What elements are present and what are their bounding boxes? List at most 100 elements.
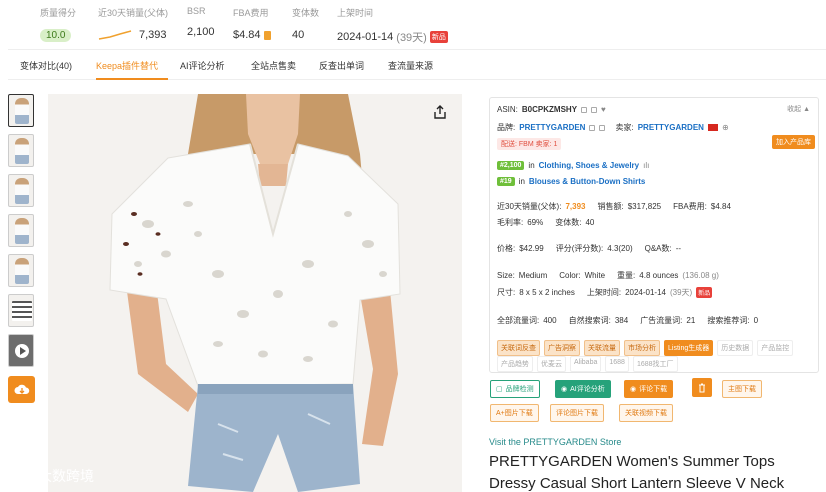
collapse-toggle[interactable]: 收起 ▲ [787,104,810,114]
chip-listing-generator[interactable]: Listing生成器 [664,340,714,356]
fba-detail-icon[interactable] [263,30,271,40]
variants-label: 变体数 [292,8,320,18]
all-traffic-label: 全部流量词: [497,316,540,325]
store-link[interactable]: Visit the PRETTYGARDEN Store [489,437,621,447]
weight-value: 4.8 ounces [639,271,679,280]
variants-label: 变体数: [555,218,582,227]
main-image-download-button[interactable]: 主图下载 [722,380,762,398]
ai-review-analysis-button[interactable]: ◉ AI评论分析 [555,380,611,398]
ai-review-label: AI评论分析 [570,386,605,393]
chip-related-traffic[interactable]: 关联流量 [584,340,620,356]
watermark: 大数跨境 [10,466,94,486]
thumbnail[interactable] [8,94,34,127]
china-flag-icon [707,124,718,131]
ads-value: 21 [686,316,696,325]
seller-link[interactable]: PRETTYGARDEN [638,123,704,132]
dims-label: 尺寸: [497,288,516,297]
info-icon[interactable]: ⊕ [722,123,729,132]
review-image-download-button[interactable]: 评论图片下载 [550,404,604,422]
thumbnail-strip [8,94,36,374]
share-icon[interactable] [432,104,448,120]
link-icon[interactable] [591,106,598,113]
tool-chips-row-2: 产品趋势 优麦云 Alibaba 1688 1688找工厂 [497,356,678,372]
add-to-product-library-button[interactable]: 加入产品库 [772,135,815,149]
rank-category-link[interactable]: Clothing, Shoes & Jewelry [539,161,639,170]
chip-alibaba[interactable]: Alibaba [570,356,602,372]
product-main-image[interactable] [48,94,462,492]
related-video-download-button[interactable]: 关联视频下载 [619,404,673,422]
tab-all-sites[interactable]: 全站点售卖 [251,59,296,72]
price-value: $42.99 [519,244,544,253]
tab-keepa-alternative[interactable]: Keepa插件替代 [96,59,158,72]
link-icon[interactable] [599,124,606,131]
chip-product-monitor[interactable]: 产品监控 [757,340,794,356]
chip-ad-insight[interactable]: 广告洞察 [544,340,580,356]
bsr-stat: BSR 2,100 [187,6,215,38]
launch-value: 2024-01-14 [625,288,666,297]
brand-check-button[interactable]: ▢ 品牌检测 [490,380,540,398]
weight-label: 重量: [617,271,636,280]
sales-trend-sparkline [98,30,132,40]
brand-check-label: 品牌检测 [505,386,534,393]
watermark-text: 大数跨境 [38,468,94,484]
copy-icon[interactable] [581,106,588,113]
trash-icon [699,383,705,392]
chip-history-data[interactable]: 历史数据 [717,340,754,356]
launch-days: (39天) [396,32,427,44]
variants-value: 40 [292,29,305,41]
delivery-tag: 配送: FBM 卖家: 1 [497,138,562,150]
rank-in-text: in [518,177,525,186]
chip-market-analysis[interactable]: 市场分析 [624,340,660,356]
copy-icon[interactable] [589,124,596,131]
product-title: PRETTYGARDEN Women's Summer Tops Dressy … [489,453,785,492]
fba-stat: FBA费用 $4.84 [233,6,271,41]
watermark-logo-icon [11,469,33,483]
subcategory-link[interactable]: Blouses & Button-Down Shirts [529,177,645,186]
tab-ai-review[interactable]: AI评论分析 [180,59,225,72]
bsr-label: BSR [187,6,206,16]
product-info-panel: ASIN: B0CPKZMSHY ♥ 收起 ▲ 品牌: PRETTYGARDEN… [489,97,819,373]
tab-traffic-source[interactable]: 查流量来源 [388,59,433,72]
new-product-badge: 新品 [696,287,713,298]
tab-bar: 变体对比(40) Keepa插件替代 AI评论分析 全站点售卖 反查出单词 查流… [8,50,826,80]
aplus-image-download-button[interactable]: A+图片下载 [490,404,539,422]
color-label: Color: [559,271,581,280]
subcategory-rank-badge: #19 [497,177,515,186]
chip-related-keywords[interactable]: 关联词反查 [497,340,540,356]
sales-label: 近30天销量(父体): [497,202,562,211]
sales-stat: 近30天销量(父体) 7,393 [98,6,168,41]
thumbnail[interactable] [8,174,34,207]
chip-1688[interactable]: 1688 [605,356,629,372]
color-value: White [584,271,606,280]
fba-label: FBA费用 [233,8,269,18]
thumbnail[interactable] [8,134,34,167]
bsr-value: 2,100 [187,26,215,38]
review-download-button[interactable]: ◉ 评论下载 [624,380,674,398]
ai-icon: ◉ [561,386,568,393]
heart-icon[interactable]: ♥ [601,105,606,114]
fba-label: FBA费用: [673,202,707,211]
thumbnail-size-chart[interactable] [8,294,34,327]
brand-link[interactable]: PRETTYGARDEN [519,123,585,132]
size-value: Medium [518,271,548,280]
active-tab-indicator [96,78,168,80]
all-traffic-value: 400 [543,316,557,325]
chip-product-trend[interactable]: 产品趋势 [497,356,533,372]
quality-score-badge: 10.0 [40,29,72,42]
brand-label: 品牌: [497,123,516,132]
image-download-button[interactable] [8,376,35,403]
trash-button[interactable] [692,378,712,397]
asin-value: B0CPKZMSHY [521,105,578,114]
launch-date: 2024-01-14 [337,31,394,43]
rating-value: 4.3(20) [607,244,633,253]
thumbnail[interactable] [8,254,34,287]
thumbnail-video[interactable] [8,334,34,367]
download-icon: ◉ [630,386,637,393]
chip-youmaiyun[interactable]: 优麦云 [537,356,566,372]
tab-reverse-keywords[interactable]: 反查出单词 [319,59,364,72]
chip-1688-factory[interactable]: 1688找工厂 [632,356,678,372]
tab-variant-compare[interactable]: 变体对比(40) [20,59,72,72]
bar-chart-icon[interactable]: ılı [643,161,649,170]
launch-label: 上架时间: [586,288,622,297]
thumbnail[interactable] [8,214,34,247]
